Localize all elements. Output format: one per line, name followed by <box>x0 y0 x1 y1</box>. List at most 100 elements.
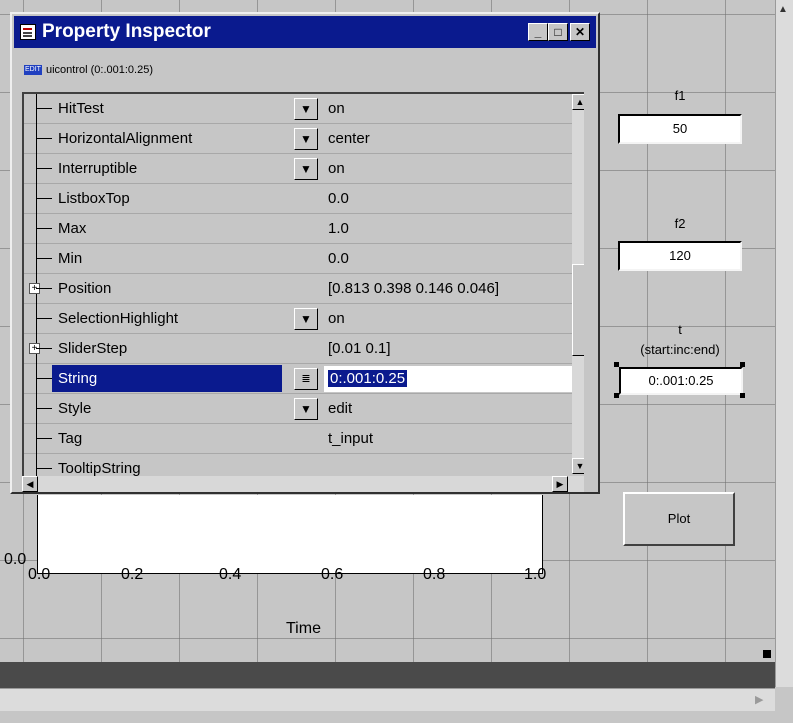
property-name: HitTest <box>58 100 104 117</box>
tree-line <box>36 304 37 334</box>
property-value[interactable]: on <box>328 100 345 117</box>
grid-vertical-scrollbar[interactable]: ▲ ▼ <box>572 94 584 474</box>
property-name: Interruptible <box>58 160 138 177</box>
canvas-horizontal-scrollbar[interactable]: ▶ <box>0 688 775 711</box>
property-name: ListboxTop <box>58 190 130 207</box>
scroll-left-icon: ◀ <box>26 479 34 489</box>
text-editor-icon[interactable]: ≣ <box>294 368 318 390</box>
property-value[interactable]: center <box>328 130 370 147</box>
property-row[interactable]: Tag t_input <box>24 424 574 454</box>
selection-handle[interactable] <box>740 362 745 367</box>
selection-handle[interactable] <box>614 393 619 398</box>
property-row[interactable]: Max 1.0 <box>24 214 574 244</box>
scroll-up-icon: ▲ <box>575 97 584 107</box>
dropdown-arrow-icon[interactable]: ▼ <box>294 128 318 150</box>
property-value[interactable]: edit <box>328 400 352 417</box>
dropdown-arrow-icon[interactable]: ▼ <box>294 98 318 120</box>
property-row[interactable]: ListboxTop 0.0 <box>24 184 574 214</box>
minimize-button[interactable]: _ <box>528 23 548 41</box>
y-tick-label: 0.0 <box>4 551 27 568</box>
tree-connector <box>36 138 52 139</box>
property-value[interactable]: on <box>328 310 345 327</box>
property-grid[interactable]: HitTest ▼ on HorizontalAlignment ▼ center Inte… <box>22 92 584 476</box>
window-title: Property Inspector <box>42 21 211 42</box>
property-name: SelectionHighlight <box>58 310 179 327</box>
title-bar[interactable]: Property Inspector _ □ ✕ <box>14 16 596 48</box>
tree-line <box>36 94 37 124</box>
f1-input[interactable]: 50 <box>618 114 742 144</box>
tree-line <box>36 124 37 154</box>
edit-text-icon: EDIT <box>24 65 42 76</box>
tree-line <box>36 424 37 454</box>
canvas-vertical-scrollbar[interactable]: ▲ <box>775 0 793 687</box>
x-tick-label: 0.6 <box>321 566 344 583</box>
tree-line <box>36 394 37 424</box>
tree-connector <box>36 108 52 109</box>
tree-connector <box>36 258 52 259</box>
property-row[interactable]: + SliderStep [0.01 0.1] <box>24 334 574 364</box>
grid-horizontal-scrollbar[interactable]: ◀ ▶ <box>22 476 584 492</box>
property-inspector-icon <box>20 24 36 40</box>
selection-handle[interactable] <box>740 393 745 398</box>
property-value[interactable]: 1.0 <box>328 220 349 237</box>
tree-line <box>36 364 37 394</box>
x-tick-label: 0.8 <box>423 566 446 583</box>
x-tick-label: 1.0 <box>524 566 547 583</box>
plot-button[interactable]: Plot <box>623 492 735 546</box>
x-tick-label: 0.4 <box>219 566 242 583</box>
property-row[interactable]: Min 0.0 <box>24 244 574 274</box>
property-value[interactable]: on <box>328 160 345 177</box>
property-name: Tag <box>58 430 83 447</box>
scroll-right-icon[interactable]: ▶ <box>755 693 763 706</box>
tree-line <box>36 184 37 214</box>
x-axis-label: Time <box>286 620 321 637</box>
tree-connector <box>36 168 52 169</box>
property-row[interactable]: TooltipString <box>24 454 574 476</box>
dropdown-arrow-icon[interactable]: ▼ <box>294 308 318 330</box>
scroll-up-icon[interactable]: ▲ <box>778 4 790 16</box>
close-button[interactable]: ✕ <box>570 23 590 41</box>
property-value[interactable]: 0.0 <box>328 190 349 207</box>
property-value[interactable]: 0.0 <box>328 250 349 267</box>
property-row[interactable]: Style ▼ edit <box>24 394 574 424</box>
property-row[interactable]: Interruptible ▼ on <box>24 154 574 184</box>
scroll-left-button[interactable]: ◀ <box>22 476 38 492</box>
property-name: Position <box>58 280 112 297</box>
dropdown-arrow-icon[interactable]: ▼ <box>294 398 318 420</box>
property-inspector-window[interactable]: Property Inspector _ □ ✕ EDIT uicontrol (… <box>10 12 600 494</box>
tree-line <box>36 214 37 244</box>
property-name: TooltipString <box>58 460 141 476</box>
property-value[interactable]: [0.01 0.1] <box>328 340 391 357</box>
scroll-thumb[interactable] <box>572 264 584 356</box>
scroll-down-button[interactable]: ▼ <box>572 458 584 474</box>
selection-handle[interactable] <box>614 362 619 367</box>
tree-line <box>36 154 37 184</box>
tree-connector <box>36 288 52 289</box>
property-row[interactable]: SelectionHighlight ▼ on <box>24 304 574 334</box>
tree-connector <box>36 408 52 409</box>
object-selector[interactable]: EDIT uicontrol (0:.001:0.25) <box>24 64 153 76</box>
property-row[interactable]: HorizontalAlignment ▼ center <box>24 124 574 154</box>
property-row[interactable]: HitTest ▼ on <box>24 94 574 124</box>
property-name: Max <box>58 220 87 237</box>
scroll-right-button[interactable]: ▶ <box>552 476 568 492</box>
f2-input[interactable]: 120 <box>618 241 742 271</box>
maximize-button[interactable]: □ <box>548 23 568 41</box>
property-value[interactable]: t_input <box>328 430 373 447</box>
scroll-down-icon: ▼ <box>575 461 584 471</box>
figure-resize-handle[interactable] <box>763 650 771 658</box>
scroll-right-icon: ▶ <box>556 479 564 489</box>
axes-plot-area[interactable] <box>37 495 543 574</box>
property-row[interactable]: + Position [0.813 0.398 0.146 0.046] <box>24 274 574 304</box>
property-name: Min <box>58 250 83 267</box>
tree-connector <box>36 318 52 319</box>
scroll-up-button[interactable]: ▲ <box>572 94 584 110</box>
property-value[interactable]: [0.813 0.398 0.146 0.046] <box>328 280 499 297</box>
property-name: HorizontalAlignment <box>58 130 193 147</box>
dropdown-arrow-icon[interactable]: ▼ <box>294 158 318 180</box>
tree-connector <box>36 438 52 439</box>
property-row[interactable]: String ≣ 0:.001:0.25 <box>24 364 574 394</box>
t-input[interactable]: 0:.001:0.25 <box>619 367 743 395</box>
property-name: Style <box>58 400 92 417</box>
property-value[interactable]: 0:.001:0.25 <box>328 370 408 387</box>
